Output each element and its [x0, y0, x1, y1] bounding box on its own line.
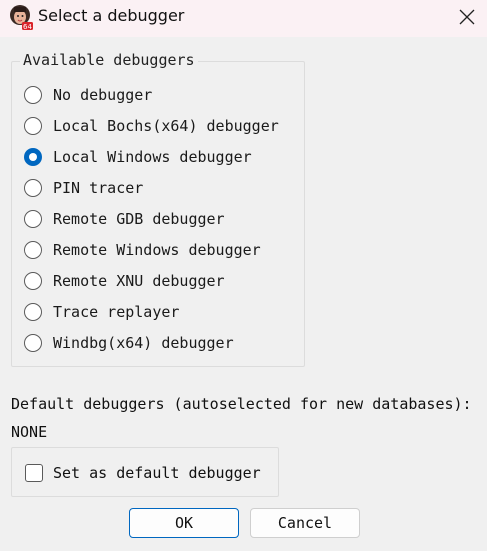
window-title: Select a debugger	[38, 6, 185, 25]
radio-label: Remote GDB debugger	[53, 210, 225, 228]
close-icon	[459, 9, 475, 25]
set-default-row[interactable]: Set as default debugger	[25, 463, 261, 483]
radio-trace-replayer[interactable]: Trace replayer	[24, 301, 179, 323]
radio-local-bochs-debugger[interactable]: Local Bochs(x64) debugger	[24, 115, 279, 137]
svg-text:64: 64	[23, 23, 32, 31]
title-bar: 64 Select a debugger	[0, 0, 487, 37]
checkbox-label: Set as default debugger	[53, 464, 261, 482]
radio-label: No debugger	[53, 86, 153, 104]
radio-button[interactable]	[24, 272, 42, 290]
radio-windbg-debugger[interactable]: Windbg(x64) debugger	[24, 332, 234, 354]
default-debuggers-label: Default debuggers (autoselected for new …	[11, 395, 472, 413]
radio-label: Local Windows debugger	[53, 148, 252, 166]
radio-remote-xnu-debugger[interactable]: Remote XNU debugger	[24, 270, 225, 292]
radio-label: Windbg(x64) debugger	[53, 334, 234, 352]
radio-button[interactable]	[24, 210, 42, 228]
ida-app-icon: 64	[10, 5, 33, 31]
radio-no-debugger[interactable]: No debugger	[24, 84, 152, 106]
radio-button[interactable]	[24, 303, 42, 321]
close-button[interactable]	[448, 0, 487, 34]
cancel-button[interactable]: Cancel	[250, 508, 360, 538]
radio-remote-windows-debugger[interactable]: Remote Windows debugger	[24, 239, 261, 261]
ok-button[interactable]: OK	[129, 508, 239, 538]
radio-local-windows-debugger[interactable]: Local Windows debugger	[24, 146, 252, 168]
radio-label: Remote XNU debugger	[53, 272, 225, 290]
radio-button[interactable]	[24, 241, 42, 259]
radio-button[interactable]	[24, 334, 42, 352]
radio-remote-gdb-debugger[interactable]: Remote GDB debugger	[24, 208, 225, 230]
radio-pin-tracer[interactable]: PIN tracer	[24, 177, 143, 199]
radio-label: Trace replayer	[53, 303, 180, 321]
radio-label: PIN tracer	[53, 179, 144, 197]
radio-button[interactable]	[24, 86, 42, 104]
radio-button[interactable]	[24, 117, 42, 135]
set-default-checkbox[interactable]	[25, 464, 43, 482]
group-title: Available debuggers	[20, 51, 198, 69]
radio-label: Remote Windows debugger	[53, 241, 261, 259]
default-debuggers-value: NONE	[11, 423, 48, 441]
radio-button-selected[interactable]	[24, 148, 42, 166]
radio-label: Local Bochs(x64) debugger	[53, 117, 279, 135]
radio-button[interactable]	[24, 179, 42, 197]
